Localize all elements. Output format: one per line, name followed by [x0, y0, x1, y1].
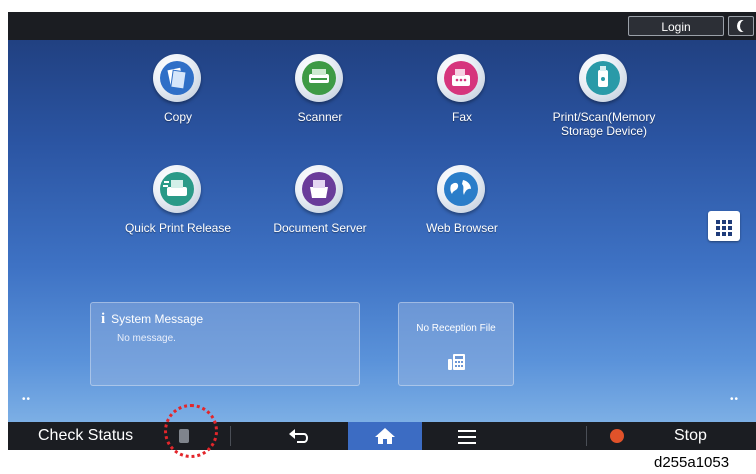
login-button[interactable]: Login: [628, 16, 724, 36]
bottom-bar: Check Status Stop: [8, 422, 756, 450]
page-right-indicator[interactable]: ••: [730, 394, 739, 405]
app-label: Scanner: [297, 110, 343, 124]
reception-file-widget[interactable]: No Reception File: [398, 302, 514, 386]
stop-button[interactable]: Stop: [674, 422, 707, 450]
app-scanner[interactable]: Scanner: [250, 54, 390, 154]
app-label: Fax: [451, 110, 472, 124]
app-fax[interactable]: Fax: [392, 54, 532, 154]
app-quick-print-release[interactable]: Quick Print Release: [108, 165, 248, 265]
app-label: Document Server: [273, 221, 367, 235]
app-list-button[interactable]: [708, 211, 740, 241]
system-message-text: No message.: [117, 333, 176, 344]
scanner-icon: [295, 54, 343, 102]
globe-icon: [437, 165, 485, 213]
fax-icon: [437, 54, 485, 102]
document-server-icon: [295, 165, 343, 213]
check-status-button[interactable]: Check Status: [38, 422, 133, 450]
page-left-indicator[interactable]: ••: [22, 394, 31, 405]
highlight-circle: [164, 404, 218, 458]
usb-memory-icon: [579, 54, 627, 102]
info-icon: i: [101, 311, 106, 327]
app-label: Web Browser: [426, 221, 498, 235]
divider: [586, 426, 587, 446]
app-document-server[interactable]: Document Server: [250, 165, 390, 265]
app-label: Copy: [163, 110, 192, 124]
menu-icon[interactable]: [458, 430, 476, 444]
fax-machine-icon: [448, 354, 465, 370]
back-icon[interactable]: [288, 428, 308, 444]
app-label: Quick Print Release: [124, 221, 232, 235]
quick-print-icon: [153, 165, 201, 213]
top-bar: Login: [8, 12, 756, 40]
system-message-widget[interactable]: i System Message No message.: [90, 302, 360, 386]
app-label: Print/Scan(Memory Storage Device): [552, 110, 656, 138]
home-button[interactable]: [348, 422, 422, 450]
app-web-browser[interactable]: Web Browser: [392, 165, 532, 265]
night-mode-button[interactable]: [728, 16, 754, 36]
figure-caption: d255a1053: [654, 454, 730, 471]
stop-icon[interactable]: [610, 429, 624, 443]
home-icon: [375, 428, 395, 444]
app-print-scan-memory[interactable]: Print/Scan(Memory Storage Device): [534, 54, 674, 154]
copier-home-screen: Login Copy Scanner Fax Print/Scan(Memory…: [8, 12, 756, 450]
moon-icon: [740, 20, 750, 32]
system-message-title: i System Message: [101, 311, 203, 328]
no-reception-file-label: No Reception File: [416, 323, 496, 334]
app-copy[interactable]: Copy: [108, 54, 248, 154]
divider: [230, 426, 231, 446]
system-message-title-text: System Message: [111, 312, 204, 326]
copy-icon: [153, 54, 201, 102]
